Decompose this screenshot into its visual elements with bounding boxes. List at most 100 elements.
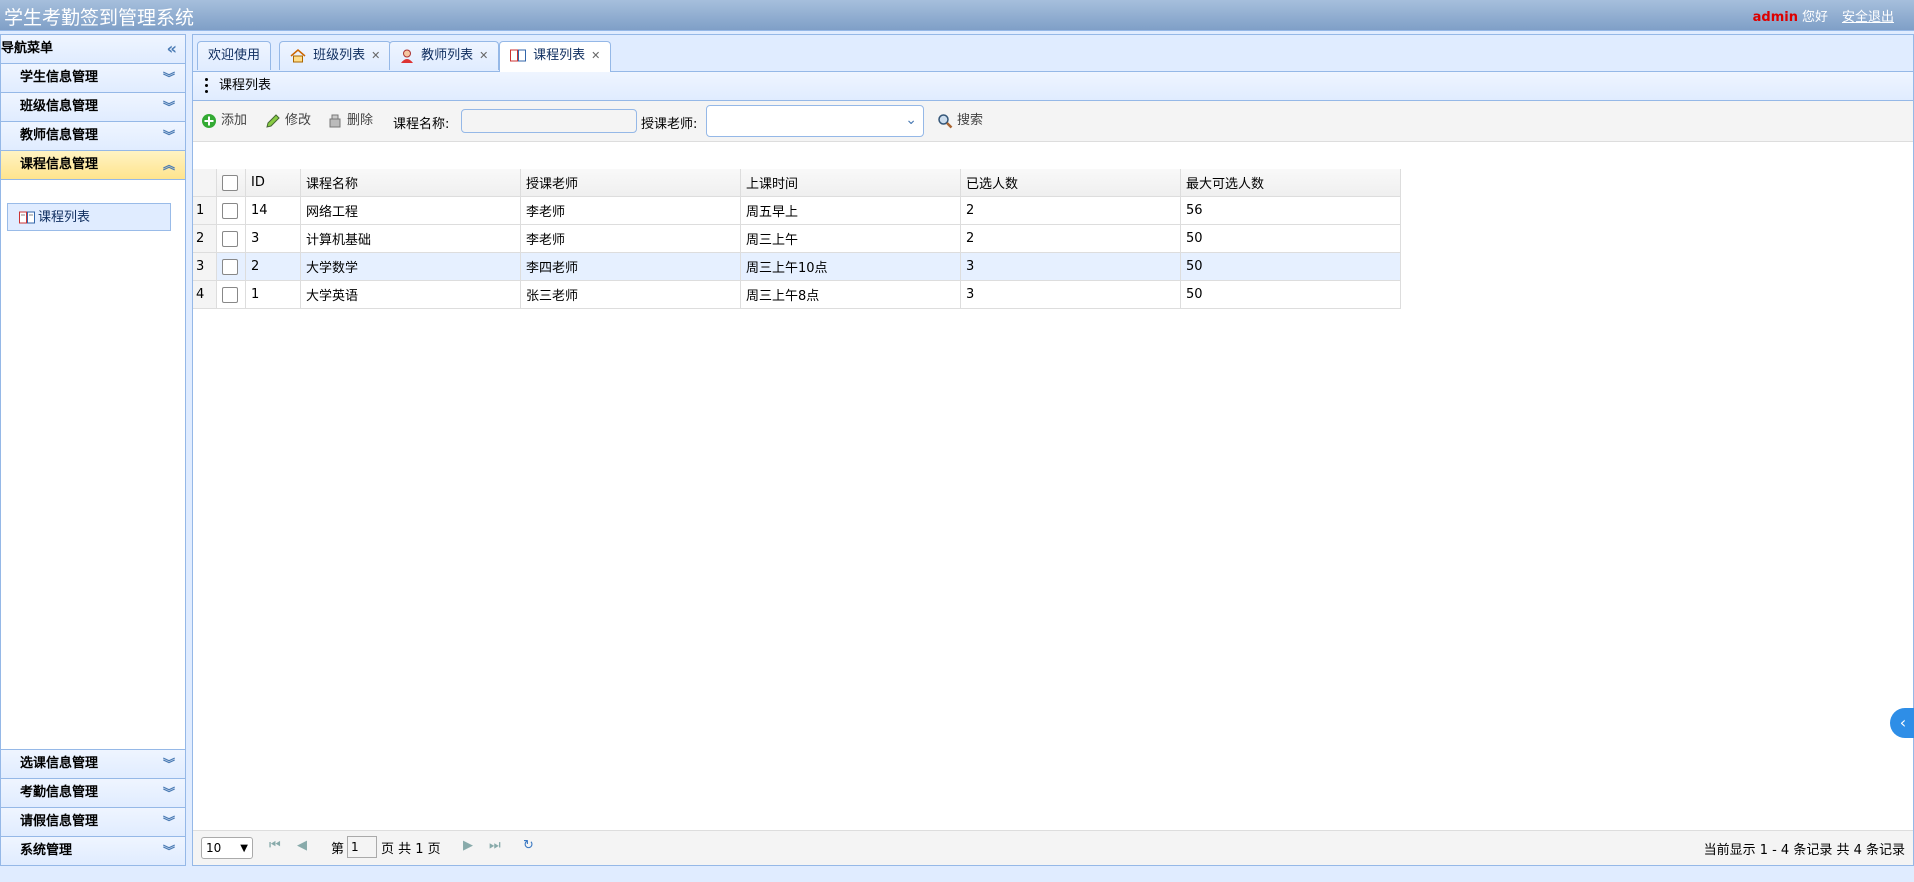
cell-name: 计算机基础 <box>300 224 521 253</box>
prev-page-icon[interactable]: ◀ <box>297 838 307 853</box>
page-suffix: 页 共 1 页 <box>381 842 441 857</box>
edit-button-label: 修改 <box>285 113 312 128</box>
delete-button[interactable]: 删除 <box>327 109 373 129</box>
tab-label: 教师列表 <box>421 48 474 63</box>
cell-id: 1 <box>245 280 301 309</box>
cell-time: 周五早上 <box>740 196 961 225</box>
tab-course-list[interactable]: 课程列表 ✕ <box>499 41 612 72</box>
nav-subitems: 课程列表 <box>1 187 185 231</box>
cell-teacher: 李老师 <box>520 196 741 225</box>
column-header-time[interactable]: 上课时间 <box>740 169 961 197</box>
nav-section-course[interactable]: 课程信息管理 ︽ <box>1 151 185 180</box>
page-number-input[interactable]: 1 <box>347 836 377 858</box>
nav-section-leave[interactable]: 请假信息管理 ︾ <box>1 807 185 836</box>
cell-name: 大学英语 <box>300 280 521 309</box>
chevron-double-down-icon[interactable]: ︾ <box>163 750 175 778</box>
trash-icon <box>329 114 341 127</box>
refresh-icon[interactable]: ↻ <box>523 838 534 853</box>
table-row[interactable]: 4 1 大学英语 张三老师 周三上午8点 3 50 <box>193 280 1401 309</box>
tab-teacher-list[interactable]: 教师列表 ✕ <box>389 41 500 70</box>
cell-teacher: 张三老师 <box>520 280 741 309</box>
column-header-selected[interactable]: 已选人数 <box>960 169 1181 197</box>
nav-section-teacher[interactable]: 教师信息管理 ︾ <box>1 122 185 151</box>
cell-id: 14 <box>245 196 301 225</box>
tab-class-list[interactable]: 班级列表 ✕ <box>279 41 392 70</box>
next-page-icon[interactable]: ▶ <box>463 838 473 853</box>
table-row[interactable]: 2 3 计算机基础 李老师 周三上午 2 50 <box>193 224 1401 253</box>
cell-id: 3 <box>245 224 301 253</box>
delete-button-label: 删除 <box>347 113 374 128</box>
chevron-double-down-icon[interactable]: ︾ <box>163 837 175 865</box>
nav-section-label: 学生信息管理 <box>20 70 99 85</box>
book-icon <box>19 211 35 224</box>
chevron-down-icon: ▼ <box>240 843 248 854</box>
sidebar-item-course-list[interactable]: 课程列表 <box>7 203 171 231</box>
column-header-max[interactable]: 最大可选人数 <box>1180 169 1401 197</box>
search-button[interactable]: 搜索 <box>937 109 983 129</box>
last-page-icon[interactable]: ⏭ <box>489 838 501 853</box>
row-checkbox[interactable] <box>222 258 238 275</box>
nav-section-attendance[interactable]: 考勤信息管理 ︾ <box>1 778 185 807</box>
chevron-double-down-icon[interactable]: ︾ <box>163 779 175 807</box>
select-all-checkbox-cell <box>216 169 246 197</box>
cell-selected: 3 <box>960 280 1181 309</box>
cell-time: 周三上午 <box>740 224 961 253</box>
close-icon[interactable]: ✕ <box>371 49 380 62</box>
chevron-left-icon[interactable]: ‹ <box>1890 708 1914 738</box>
close-icon[interactable]: ✕ <box>591 49 600 62</box>
row-checkbox[interactable] <box>222 230 238 247</box>
course-table: ID 课程名称 授课老师 上课时间 已选人数 最大可选人数 1 14 网络工程 … <box>193 169 1913 309</box>
tab-label: 课程列表 <box>533 48 586 63</box>
course-name-input[interactable] <box>461 109 637 133</box>
course-name-label: 课程名称: <box>393 117 450 132</box>
nav-section-enrollment[interactable]: 选课信息管理 ︾ <box>1 749 185 778</box>
app-title: 学生考勤签到管理系统 <box>4 7 195 29</box>
row-checkbox[interactable] <box>222 286 238 303</box>
user-area: admin 您好 安全退出 <box>1753 6 1894 25</box>
chevron-double-down-icon[interactable]: ︾ <box>163 122 175 150</box>
search-icon <box>938 113 953 128</box>
main-panel: 欢迎使用 班级列表 ✕ 教师列表 ✕ 课程列表 ✕ 课程列表 添加 修改 删除 课程名… <box>192 34 1914 866</box>
cell-max: 50 <box>1180 280 1401 309</box>
page-size-select[interactable]: 10 ▼ <box>201 837 253 859</box>
row-checkbox-cell <box>216 280 246 309</box>
pagination-bar: 10 ▼ ⏮ ◀ 第 1 页 共 1 页 ▶ ⏭ ↻ 当前显示 1 - 4 条记录… <box>193 830 1913 865</box>
user-icon <box>401 49 413 63</box>
tab-welcome[interactable]: 欢迎使用 <box>197 41 272 70</box>
page-prefix: 第 <box>331 842 345 857</box>
chevron-double-down-icon[interactable]: ︾ <box>163 93 175 121</box>
chevron-double-down-icon[interactable]: ︾ <box>163 808 175 836</box>
add-button-label: 添加 <box>221 113 248 128</box>
column-header-name[interactable]: 课程名称 <box>300 169 521 197</box>
chevron-double-up-icon[interactable]: ︽ <box>163 151 175 179</box>
teacher-label: 授课老师: <box>641 117 698 132</box>
table-row[interactable]: 1 14 网络工程 李老师 周五早上 2 56 <box>193 196 1401 225</box>
toolbar: 添加 修改 删除 课程名称: 授课老师: ⌄ 搜索 <box>193 101 1913 142</box>
nav-menu-title: 导航菜单 « <box>1 35 185 64</box>
row-number: 1 <box>193 196 217 225</box>
edit-button[interactable]: 修改 <box>265 109 311 129</box>
row-checkbox-cell <box>216 224 246 253</box>
cell-time: 周三上午8点 <box>740 280 961 309</box>
collapse-left-icon[interactable]: « <box>167 35 177 63</box>
tab-label: 班级列表 <box>313 48 366 63</box>
add-button[interactable]: 添加 <box>201 109 247 129</box>
tab-bar: 欢迎使用 班级列表 ✕ 教师列表 ✕ 课程列表 ✕ <box>193 35 1913 72</box>
content-title-bar: 课程列表 <box>193 72 1913 101</box>
column-header-id[interactable]: ID <box>245 169 301 197</box>
first-page-icon[interactable]: ⏮ <box>269 838 281 853</box>
nav-section-class[interactable]: 班级信息管理 ︾ <box>1 93 185 122</box>
nav-section-system[interactable]: 系统管理 ︾ <box>1 836 185 865</box>
nav-section-student[interactable]: 学生信息管理 ︾ <box>1 64 185 93</box>
cell-teacher: 李老师 <box>520 224 741 253</box>
logout-link[interactable]: 安全退出 <box>1842 10 1894 25</box>
column-header-teacher[interactable]: 授课老师 <box>520 169 741 197</box>
chevron-down-icon: ⌄ <box>905 112 917 128</box>
select-all-checkbox[interactable] <box>222 174 238 191</box>
row-checkbox[interactable] <box>222 202 238 219</box>
teacher-select[interactable]: ⌄ <box>706 105 924 137</box>
sidebar: 导航菜单 « 学生信息管理 ︾ 班级信息管理 ︾ 教师信息管理 ︾ 课程信息管理… <box>0 34 186 866</box>
chevron-double-down-icon[interactable]: ︾ <box>163 64 175 92</box>
table-row[interactable]: 3 2 大学数学 李四老师 周三上午10点 3 50 <box>193 252 1401 281</box>
close-icon[interactable]: ✕ <box>479 49 488 62</box>
